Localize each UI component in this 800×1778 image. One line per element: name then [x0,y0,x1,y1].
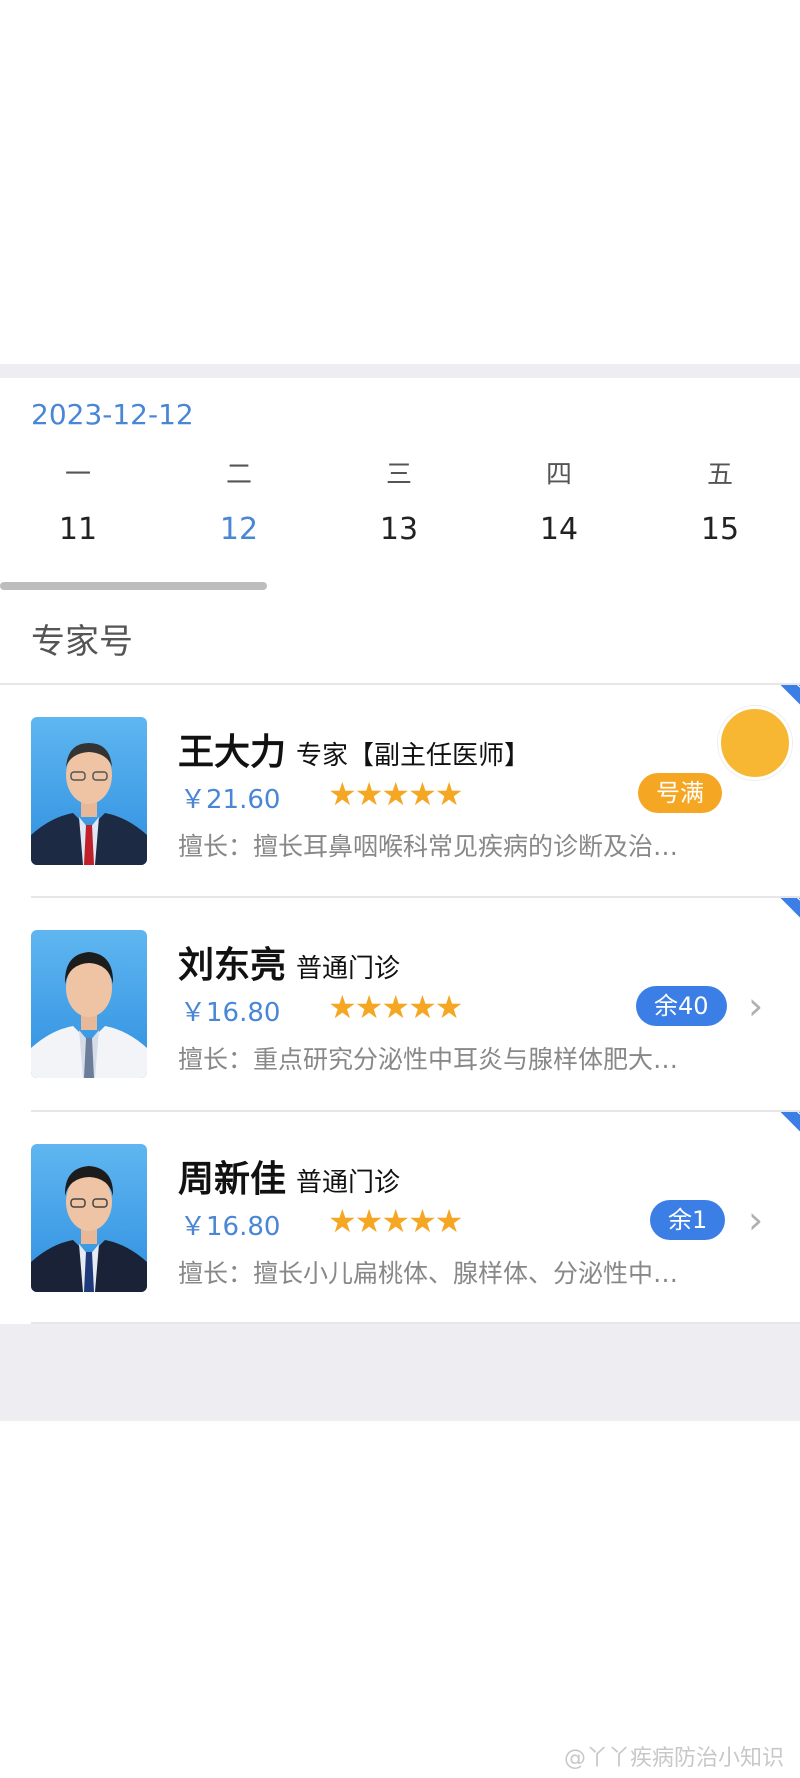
weekday-label: 四 [545,460,572,490]
status-badge: 号满 [638,773,722,813]
section-title: 专家号 [31,622,133,662]
doctor-card[interactable]: 周新佳 普通门诊 ￥16.80 ★★★★★ 余1 › 擅长：擅长小儿扁桃体、腺样体… [0,1112,800,1324]
day-12-selected[interactable]: 12 [194,488,284,572]
corner-tag-label: 南湖 [750,898,800,954]
floating-mascot-icon[interactable] [718,706,792,780]
weekday-label: 三 [385,460,412,490]
weekday-label: 一 [64,460,91,490]
footer-gray-area [0,1324,800,1421]
doctor-card[interactable]: 王大力 专家【副主任医师】 ￥21.60 ★★★★★ 号满 擅长：擅长耳鼻咽喉科常… [0,685,800,897]
location-corner-tag: 南湖 [740,1112,800,1172]
rating-stars: ★★★★★ [328,1202,463,1240]
rating-stars: ★★★★★ [328,775,463,813]
weekday-label: 五 [706,460,733,490]
doctor-photo [31,930,147,1078]
day-13[interactable]: 13 [354,488,444,572]
rating-stars: ★★★★★ [328,988,463,1026]
doctor-specialty: 擅长：擅长耳鼻咽喉科常见疾病的诊断及治… [178,832,679,861]
date-selector: 2023-12-12 一 二 三 四 五 11 12 13 14 15 [0,378,800,593]
weekday-label: 二 [225,460,252,490]
current-date: 2023-12-12 [31,398,194,431]
gray-separator [0,364,800,378]
status-badge: 余1 [650,1200,726,1240]
doctor-name-row: 刘东亮 普通门诊 [178,936,400,988]
doctor-card[interactable]: 刘东亮 普通门诊 ￥16.80 ★★★★★ 余40 › 擅长：重点研究分泌性中耳炎… [0,898,800,1110]
doctor-name: 王大力 [178,732,287,773]
day-15[interactable]: 15 [675,488,765,572]
doctor-name: 周新佳 [178,1159,287,1200]
doctor-name-row: 周新佳 普通门诊 [178,1150,400,1202]
doctor-price: ￥16.80 [180,1212,281,1242]
chevron-right-icon[interactable]: › [748,984,763,1028]
doctor-price: ￥21.60 [180,785,281,815]
horizontal-scrollbar[interactable] [0,582,267,590]
day-14[interactable]: 14 [514,488,604,572]
doctor-title: 专家【副主任医师】 [296,741,531,771]
day-11[interactable]: 11 [33,488,123,572]
doctor-name: 刘东亮 [178,945,287,986]
doctor-specialty: 擅长：重点研究分泌性中耳炎与腺样体肥大… [178,1045,679,1074]
corner-tag-label: 南湖 [750,1112,800,1168]
doctor-price: ￥16.80 [180,998,281,1028]
doctor-title: 普通门诊 [296,1168,401,1198]
doctor-photo [31,1144,147,1292]
doctor-photo [31,717,147,865]
doctor-name-row: 王大力 专家【副主任医师】 [178,723,530,775]
top-blank-area [0,0,800,364]
doctor-specialty: 擅长：擅长小儿扁桃体、腺样体、分泌性中… [178,1259,679,1288]
status-badge: 余40 [636,986,727,1026]
doctor-title: 普通门诊 [296,954,401,984]
watermark: @丫丫疾病防治小知识 [563,1746,784,1771]
location-corner-tag: 南湖 [740,898,800,958]
chevron-right-icon[interactable]: › [748,1198,763,1242]
